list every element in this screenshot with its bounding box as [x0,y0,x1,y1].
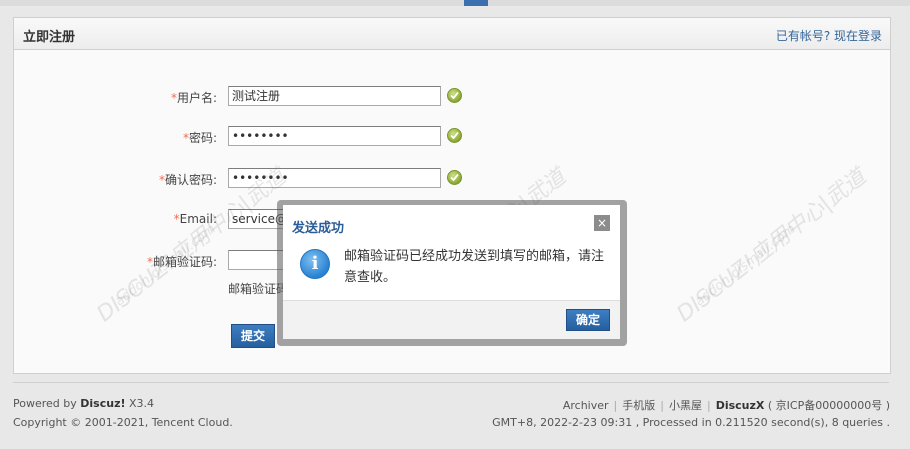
powered-by: Powered by Discuz! X3.4 [13,397,155,410]
username-label: *用户名: [170,91,217,105]
password-label: *密码: [182,131,217,145]
username-input[interactable]: 测试注册 [228,86,441,106]
discuz-link[interactable]: Discuz! [80,397,125,410]
icp-link[interactable]: ( 京ICP备00000000号 ) [768,399,890,412]
email-code-label: *邮箱验证码: [146,255,217,269]
login-link[interactable]: 已有帐号? 现在登录 [776,27,882,44]
success-dialog: 发送成功 × i 邮箱验证码已经成功发送到填写的邮箱，请注意查收。 确定 [283,205,620,339]
username-row: *用户名: 测试注册 [14,86,890,108]
confirm-password-label: *确认密码: [158,173,217,187]
dialog-footer: 确定 [283,300,620,339]
discuzx-link[interactable]: DiscuzX [716,399,765,412]
check-circle-icon [447,88,462,103]
confirm-password-input[interactable]: •••••••• [228,168,441,188]
footer-divider [13,382,889,383]
password-row: *密码: •••••••• [14,126,890,148]
check-circle-icon [447,170,462,185]
panel-header: 立即注册 已有帐号? 现在登录 [14,18,890,50]
email-label: *Email: [173,212,217,226]
top-nav-button[interactable] [464,0,488,6]
panel-title: 立即注册 [23,30,76,45]
blackroom-link[interactable]: 小黑屋 [669,399,702,412]
info-circle-icon: i [300,249,330,279]
archiver-link[interactable]: Archiver [563,399,609,412]
dialog-message: 邮箱验证码已经成功发送到填写的邮箱，请注意查收。 [344,249,605,285]
confirm-password-row: *确认密码: •••••••• [14,168,890,190]
submit-button[interactable]: 提交 [231,324,275,348]
check-circle-icon [447,128,462,143]
close-icon[interactable]: × [594,215,610,231]
copyright: Copyright © 2001-2021, Tencent Cloud. [13,416,233,429]
dialog-title: 发送成功 [292,221,345,236]
confirm-button[interactable]: 确定 [566,309,610,331]
top-nav-strip [0,0,910,6]
footer-stats: GMT+8, 2022-2-23 09:31 , Processed in 0.… [492,416,890,429]
footer-links: Archiver | 手机版 | 小黑屋 | DiscuzX ( 京ICP备00000000… [562,399,890,412]
mobile-link[interactable]: 手机版 [622,399,655,412]
password-input[interactable]: •••••••• [228,126,441,146]
